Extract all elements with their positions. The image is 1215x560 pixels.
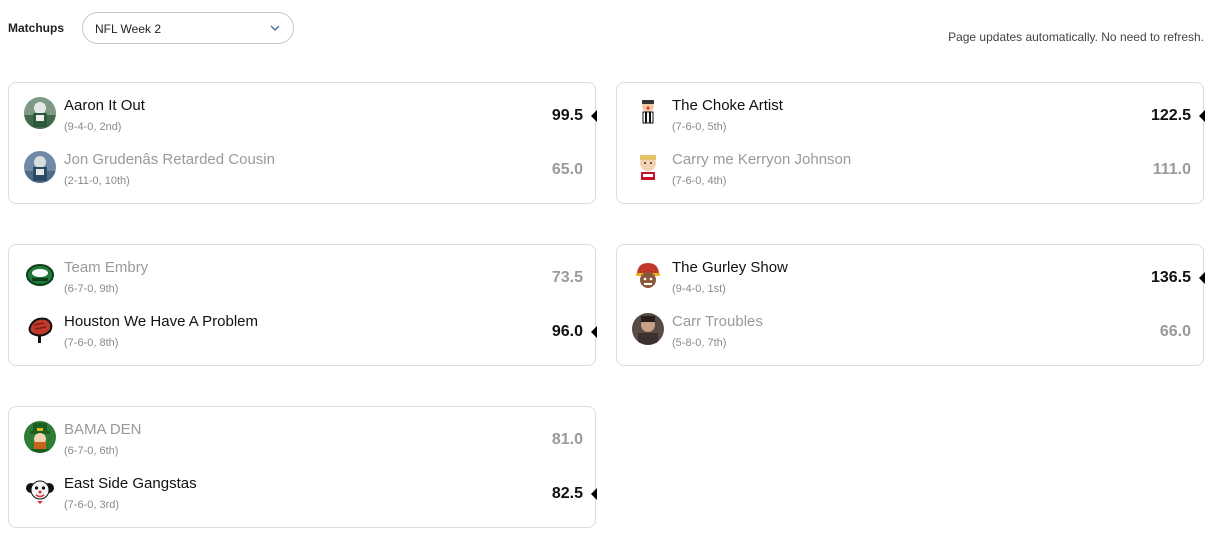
team-score: 82.5 bbox=[551, 485, 583, 502]
team-record: (5-8-0, 7th) bbox=[672, 337, 727, 349]
team-record: (9-4-0, 2nd) bbox=[64, 121, 122, 133]
winner-arrow-icon bbox=[1199, 110, 1205, 122]
auto-update-note: Page updates automatically. No need to r… bbox=[948, 30, 1204, 44]
team-name[interactable]: BAMA DEN bbox=[64, 421, 142, 438]
team-score: 96.0 bbox=[551, 323, 583, 340]
matchup-card[interactable]: Aaron It Out (9-4-0, 2nd) 99.5 Jon Grude… bbox=[8, 82, 597, 204]
football-player-photo-icon bbox=[24, 151, 56, 183]
team-row[interactable]: Aaron It Out (9-4-0, 2nd) 99.5 bbox=[9, 83, 597, 137]
team-score: 122.5 bbox=[1150, 107, 1191, 124]
team-name[interactable]: The Choke Artist bbox=[672, 97, 783, 114]
green-football-icon bbox=[24, 259, 56, 291]
header-bar: Matchups NFL Week 2 Page updates automat… bbox=[0, 0, 1215, 60]
winner-arrow-icon bbox=[591, 326, 597, 338]
team-record: (6-7-0, 9th) bbox=[64, 283, 119, 295]
team-score: 136.5 bbox=[1150, 269, 1191, 286]
helmet-face-icon bbox=[632, 259, 664, 291]
matchup-card[interactable]: The Gurley Show (9-4-0, 1st) 136.5 Carr … bbox=[616, 244, 1205, 366]
team-name[interactable]: East Side Gangstas bbox=[64, 475, 197, 492]
team-name[interactable]: Jon Grudenâs Retarded Cousin bbox=[64, 151, 275, 168]
team-row[interactable]: Carr Troubles (5-8-0, 7th) 66.0 bbox=[617, 299, 1203, 353]
team-score: 66.0 bbox=[1159, 323, 1191, 340]
team-row[interactable]: Houston We Have A Problem (7-6-0, 8th) 9… bbox=[9, 299, 597, 353]
team-name[interactable]: Houston We Have A Problem bbox=[64, 313, 258, 330]
team-record: (7-6-0, 5th) bbox=[672, 121, 727, 133]
winner-arrow-icon bbox=[591, 488, 597, 500]
team-name[interactable]: Team Embry bbox=[64, 259, 148, 276]
matchup-card[interactable]: BAMA DEN (6-7-0, 6th) 81.0 East Side Gan… bbox=[8, 406, 597, 528]
team-row[interactable]: The Gurley Show (9-4-0, 1st) 136.5 bbox=[617, 245, 1205, 299]
team-name[interactable]: Aaron It Out bbox=[64, 97, 145, 114]
matchup-card[interactable]: The Choke Artist (7-6-0, 5th) 122.5 Carr… bbox=[616, 82, 1205, 204]
team-score: 65.0 bbox=[551, 161, 583, 178]
winner-arrow-icon bbox=[591, 110, 597, 122]
person-photo-icon bbox=[632, 313, 664, 345]
team-name[interactable]: Carr Troubles bbox=[672, 313, 763, 330]
green-leprechaun-icon bbox=[24, 421, 56, 453]
week-select-dropdown[interactable]: NFL Week 2 bbox=[82, 12, 294, 44]
team-row[interactable]: Jon Grudenâs Retarded Cousin (2-11-0, 10… bbox=[9, 137, 595, 191]
team-record: (7-6-0, 4th) bbox=[672, 175, 727, 187]
team-name[interactable]: Carry me Kerryon Johnson bbox=[672, 151, 851, 168]
team-row[interactable]: East Side Gangstas (7-6-0, 3rd) 82.5 bbox=[9, 461, 597, 515]
team-score: 81.0 bbox=[551, 431, 583, 448]
matchup-card[interactable]: Team Embry (6-7-0, 9th) 73.5 Houston We … bbox=[8, 244, 597, 366]
team-row[interactable]: BAMA DEN (6-7-0, 6th) 81.0 bbox=[9, 407, 595, 461]
team-record: (7-6-0, 8th) bbox=[64, 337, 119, 349]
team-record: (6-7-0, 6th) bbox=[64, 445, 119, 457]
team-name[interactable]: The Gurley Show bbox=[672, 259, 788, 276]
team-record: (2-11-0, 10th) bbox=[64, 175, 130, 187]
winner-arrow-icon bbox=[1199, 272, 1205, 284]
team-row[interactable]: Carry me Kerryon Johnson (7-6-0, 4th) 11… bbox=[617, 137, 1203, 191]
team-score: 73.5 bbox=[551, 269, 583, 286]
team-record: (7-6-0, 3rd) bbox=[64, 499, 120, 511]
team-score: 111.0 bbox=[1152, 161, 1191, 178]
referee-cartoon-icon bbox=[632, 97, 664, 129]
team-row[interactable]: Team Embry (6-7-0, 9th) 73.5 bbox=[9, 245, 595, 299]
matchups-label: Matchups bbox=[8, 21, 65, 35]
clown-face-icon bbox=[24, 475, 56, 507]
team-record: (9-4-0, 1st) bbox=[672, 283, 726, 295]
football-player-photo-icon bbox=[24, 97, 56, 129]
cartoon-face-icon bbox=[632, 151, 664, 183]
week-select-value: NFL Week 2 bbox=[95, 22, 162, 36]
team-row[interactable]: The Choke Artist (7-6-0, 5th) 122.5 bbox=[617, 83, 1205, 137]
steak-icon bbox=[24, 313, 56, 345]
chevron-down-icon bbox=[270, 25, 280, 31]
team-score: 99.5 bbox=[551, 107, 583, 124]
